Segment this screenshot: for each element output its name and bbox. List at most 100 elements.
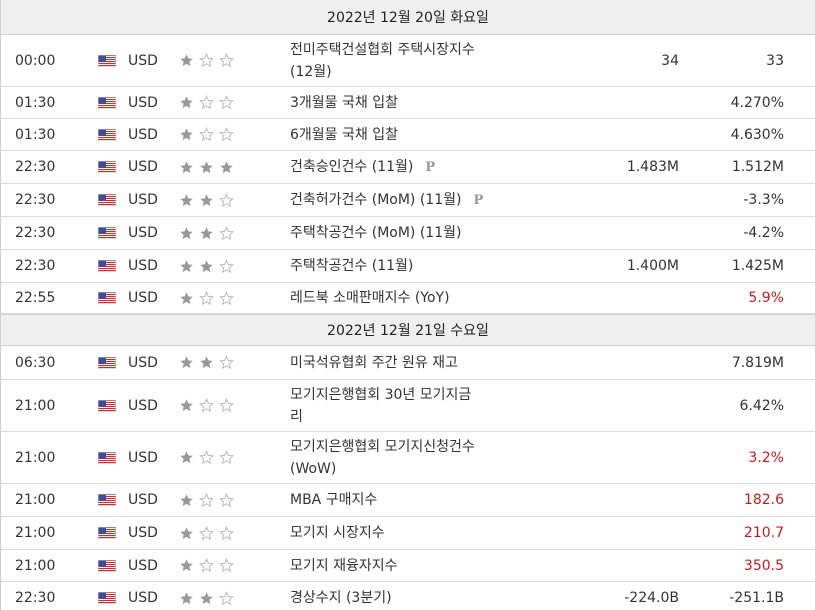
event-name[interactable]: 전미주택건설협회 주택시장지수 (12월) xyxy=(290,39,507,83)
star-filled-icon xyxy=(200,356,213,369)
previous-value: -251.1B xyxy=(729,590,784,606)
event-row[interactable]: 22:30 USD 주택착공건수 (MoM) (11월) -4.2% xyxy=(1,217,815,250)
star-empty-icon xyxy=(199,95,214,110)
star-filled-icon xyxy=(180,451,193,464)
previous-value: 1.512M xyxy=(731,159,784,175)
star-filled-icon xyxy=(180,493,193,506)
forecast-value: 34 xyxy=(661,52,679,69)
event-time: 21:00 xyxy=(15,525,56,541)
event-name[interactable]: 모기지은행협회 30년 모기지금 리 xyxy=(290,384,507,428)
event-name[interactable]: 모기지 시장지수 xyxy=(290,522,507,544)
event-time: 01:30 xyxy=(15,126,56,143)
us-flag-icon xyxy=(98,54,116,67)
importance-stars xyxy=(179,355,290,370)
us-flag-icon xyxy=(98,128,116,141)
event-row[interactable]: 22:30 USD 경상수지 (3분기) -224.0B -251.1B xyxy=(1,582,815,610)
event-row[interactable]: 21:00 USD 모기지 시장지수 210.7 xyxy=(1,517,815,550)
currency-code: USD xyxy=(128,52,158,69)
event-name[interactable]: 주택착공건수 (MoM) (11월) xyxy=(290,222,507,244)
event-name[interactable]: 경상수지 (3분기) xyxy=(290,587,507,609)
currency-code: USD xyxy=(128,525,158,541)
event-name[interactable]: 주택착공건수 (11월) xyxy=(290,255,507,277)
event-name[interactable]: 모기지 재융자지수 xyxy=(290,555,507,577)
star-empty-icon xyxy=(199,492,214,507)
star-empty-icon xyxy=(199,398,214,413)
importance-stars xyxy=(179,290,290,306)
previous-value: 3.2% xyxy=(748,449,784,466)
event-row[interactable]: 21:00 USD 모기지 재융자지수 350.5 xyxy=(1,550,815,582)
event-name-line1: 주택착공건수 (MoM) (11월) xyxy=(290,225,462,241)
star-empty-icon xyxy=(199,290,214,305)
star-filled-icon xyxy=(180,559,193,572)
us-flag-icon xyxy=(98,494,116,506)
star-empty-icon xyxy=(219,53,234,68)
event-name-line2: (WoW) xyxy=(290,460,337,477)
star-empty-icon xyxy=(219,95,234,110)
event-row[interactable]: 21:00 USD 모기지은행협회 모기지신청건수 (WoW) 3.2% xyxy=(1,432,815,484)
star-filled-icon xyxy=(180,356,193,369)
event-name[interactable]: 건축승인건수 (11월) P xyxy=(290,156,507,179)
importance-stars xyxy=(179,95,290,110)
event-name[interactable]: 3개월물 국채 입찰 xyxy=(290,92,507,114)
previous-value: 7.819M xyxy=(731,354,784,371)
currency-code: USD xyxy=(128,354,158,371)
event-row[interactable]: 01:30 USD 6개월물 국채 입찰 4.630% xyxy=(1,119,815,151)
event-name[interactable]: 건축허가건수 (MoM) (11월) P xyxy=(290,189,507,212)
previous-value: 210.7 xyxy=(743,525,784,541)
currency-code: USD xyxy=(128,225,158,241)
event-name-line1: 건축승인건수 (11월) xyxy=(290,158,414,175)
flag-cell xyxy=(98,451,128,464)
importance-stars xyxy=(179,225,290,241)
event-time: 21:00 xyxy=(15,492,56,508)
flag-cell xyxy=(98,96,128,109)
previous-value: -4.2% xyxy=(743,225,784,241)
event-row[interactable]: 06:30 USD 미국석유협회 주간 원유 재고 7.819M xyxy=(1,346,815,380)
event-name-line1: 모기지 시장지수 xyxy=(290,525,385,541)
previous-value: 4.270% xyxy=(730,94,784,111)
event-time: 22:30 xyxy=(15,225,56,241)
event-row[interactable]: 21:00 USD 모기지은행협회 30년 모기지금 리 6.42% xyxy=(1,380,815,432)
us-flag-icon xyxy=(98,227,116,239)
event-row[interactable]: 21:00 USD MBA 구매지수 182.6 xyxy=(1,484,815,517)
importance-stars xyxy=(179,258,290,274)
event-name[interactable]: 모기지은행협회 모기지신청건수 (WoW) xyxy=(290,436,507,480)
previous-value: 182.6 xyxy=(743,492,784,508)
star-empty-icon xyxy=(219,258,234,273)
preliminary-badge-icon: P xyxy=(425,159,436,175)
star-empty-icon xyxy=(219,492,234,507)
event-row[interactable]: 22:30 USD 건축승인건수 (11월) P 1.483M 1.512M xyxy=(1,151,815,184)
currency-code: USD xyxy=(128,449,158,466)
event-row[interactable]: 22:30 USD 주택착공건수 (11월) 1.400M 1.425M xyxy=(1,250,815,283)
importance-stars xyxy=(179,160,290,175)
importance-stars xyxy=(179,127,290,142)
importance-stars xyxy=(179,450,290,465)
event-name-line1: 건축허가건수 (MoM) (11월) xyxy=(290,191,462,208)
event-name[interactable]: 미국석유협회 주간 원유 재고 xyxy=(290,352,507,374)
event-name[interactable]: 레드북 소매판매지수 (YoY) xyxy=(290,287,507,309)
importance-stars xyxy=(179,398,290,413)
event-name-line2: 리 xyxy=(290,408,303,425)
event-row[interactable]: 01:30 USD 3개월물 국채 입찰 4.270% xyxy=(1,87,815,119)
us-flag-icon xyxy=(98,559,116,572)
flag-cell xyxy=(98,356,128,369)
star-filled-icon xyxy=(180,399,193,412)
previous-value: 6.42% xyxy=(739,397,784,414)
previous-value: 5.9% xyxy=(748,290,784,306)
event-name[interactable]: MBA 구매지수 xyxy=(290,489,507,511)
flag-cell xyxy=(98,227,128,239)
previous-value: -3.3% xyxy=(743,192,784,208)
us-flag-icon xyxy=(98,194,116,206)
event-row[interactable]: 22:55 USD 레드북 소매판매지수 (YoY) 5.9% xyxy=(1,283,815,314)
event-row[interactable]: 22:30 USD 건축허가건수 (MoM) (11월) P -3.3% xyxy=(1,184,815,217)
importance-stars xyxy=(179,192,290,208)
date-header: 2022년 12월 21일 수요일 xyxy=(1,314,815,346)
flag-cell xyxy=(98,527,128,539)
star-filled-icon xyxy=(180,54,193,67)
event-time: 22:30 xyxy=(15,258,56,274)
event-time: 22:30 xyxy=(15,192,56,208)
event-name[interactable]: 6개월물 국채 입찰 xyxy=(290,124,507,146)
flag-cell xyxy=(98,559,128,572)
event-row[interactable]: 00:00 USD 전미주택건설협회 주택시장지수 (12월) 34 33 xyxy=(1,35,815,87)
star-filled-icon xyxy=(180,160,193,173)
currency-code: USD xyxy=(128,126,158,143)
